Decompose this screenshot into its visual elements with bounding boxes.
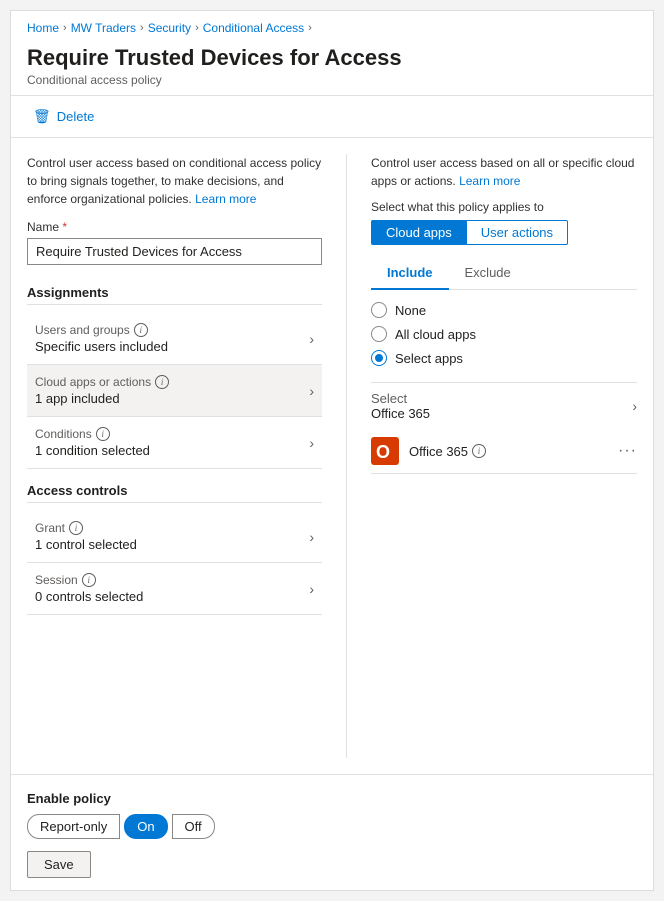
- grant-info-icon: i: [69, 521, 83, 535]
- radio-select-circle: [371, 350, 387, 366]
- radio-all-cloud-apps[interactable]: All cloud apps: [371, 326, 637, 342]
- access-controls-header: Access controls: [27, 483, 322, 503]
- breadcrumb-security[interactable]: Security: [148, 21, 191, 35]
- conditions-chevron: ›: [309, 435, 314, 451]
- conditions-value: 1 condition selected: [35, 443, 150, 458]
- page-subtitle: Conditional access policy: [27, 73, 637, 87]
- policy-toggle-group: Report-only On Off: [27, 814, 637, 839]
- cloud-apps-radio-group: None All cloud apps Select apps: [371, 302, 637, 366]
- trash-icon: 🗑: [33, 108, 51, 125]
- cloud-apps-item[interactable]: Cloud apps or actions i 1 app included ›: [27, 365, 322, 417]
- right-description: Control user access based on all or spec…: [371, 154, 637, 190]
- required-asterisk: *: [62, 220, 67, 234]
- app-name: Office 365 i: [409, 444, 608, 459]
- grant-item[interactable]: Grant i 1 control selected ›: [27, 511, 322, 563]
- breadcrumb-home[interactable]: Home: [27, 21, 59, 35]
- conditions-item[interactable]: Conditions i 1 condition selected ›: [27, 417, 322, 469]
- cloud-apps-value: 1 app included: [35, 391, 169, 406]
- cloud-apps-info-icon: i: [155, 375, 169, 389]
- svg-text:O: O: [376, 442, 390, 462]
- conditions-info-icon: i: [96, 427, 110, 441]
- users-groups-item[interactable]: Users and groups i Specific users includ…: [27, 313, 322, 365]
- user-actions-toggle[interactable]: User actions: [467, 220, 568, 245]
- on-toggle[interactable]: On: [124, 814, 167, 839]
- left-learn-more[interactable]: Learn more: [195, 192, 256, 206]
- session-chevron: ›: [309, 581, 314, 597]
- grant-value: 1 control selected: [35, 537, 137, 552]
- name-field-label: Name *: [27, 220, 322, 234]
- cloud-apps-toggle[interactable]: Cloud apps: [371, 220, 467, 245]
- page-title: Require Trusted Devices for Access: [27, 45, 637, 71]
- session-value: 0 controls selected: [35, 589, 143, 604]
- enable-policy-label: Enable policy: [27, 791, 637, 806]
- radio-select-apps[interactable]: Select apps: [371, 350, 637, 366]
- app-item-office365: O Office 365 i ···: [371, 429, 637, 474]
- breadcrumb-mw-traders[interactable]: MW Traders: [71, 21, 136, 35]
- session-info-icon: i: [82, 573, 96, 587]
- grant-chevron: ›: [309, 529, 314, 545]
- radio-none[interactable]: None: [371, 302, 637, 318]
- select-row[interactable]: Select Office 365 ›: [371, 382, 637, 429]
- footer: Enable policy Report-only On Off Save: [11, 774, 653, 890]
- breadcrumb: Home › MW Traders › Security › Condition…: [11, 11, 653, 41]
- tab-exclude[interactable]: Exclude: [449, 259, 527, 290]
- users-groups-chevron: ›: [309, 331, 314, 347]
- right-panel: Control user access based on all or spec…: [347, 154, 637, 758]
- off-toggle[interactable]: Off: [172, 814, 215, 839]
- app-info-icon: i: [472, 444, 486, 458]
- select-value: Office 365: [371, 406, 430, 421]
- radio-all-circle: [371, 326, 387, 342]
- assignments-header: Assignments: [27, 285, 322, 305]
- session-item[interactable]: Session i 0 controls selected ›: [27, 563, 322, 615]
- left-panel: Control user access based on conditional…: [27, 154, 347, 758]
- include-exclude-tabs: Include Exclude: [371, 259, 637, 290]
- delete-label: Delete: [57, 109, 95, 124]
- users-groups-value: Specific users included: [35, 339, 168, 354]
- main-content: Control user access based on conditional…: [11, 138, 653, 774]
- save-button[interactable]: Save: [27, 851, 91, 878]
- users-groups-info-icon: i: [134, 323, 148, 337]
- tab-include[interactable]: Include: [371, 259, 449, 290]
- toolbar: 🗑 Delete: [11, 96, 653, 138]
- select-chevron: ›: [632, 398, 637, 414]
- cloud-apps-chevron: ›: [309, 383, 314, 399]
- delete-button[interactable]: 🗑 Delete: [27, 104, 100, 129]
- office365-icon: O: [371, 437, 399, 465]
- report-only-toggle[interactable]: Report-only: [27, 814, 120, 839]
- select-label: Select: [371, 391, 430, 406]
- app-context-menu[interactable]: ···: [618, 442, 637, 460]
- right-learn-more[interactable]: Learn more: [459, 174, 520, 188]
- applies-label: Select what this policy applies to: [371, 200, 637, 214]
- radio-none-circle: [371, 302, 387, 318]
- applies-toggle-group: Cloud apps User actions: [371, 220, 637, 245]
- breadcrumb-conditional-access[interactable]: Conditional Access: [203, 21, 304, 35]
- left-description: Control user access based on conditional…: [27, 154, 322, 208]
- page-header: Require Trusted Devices for Access Condi…: [11, 41, 653, 96]
- policy-name-input[interactable]: [27, 238, 322, 265]
